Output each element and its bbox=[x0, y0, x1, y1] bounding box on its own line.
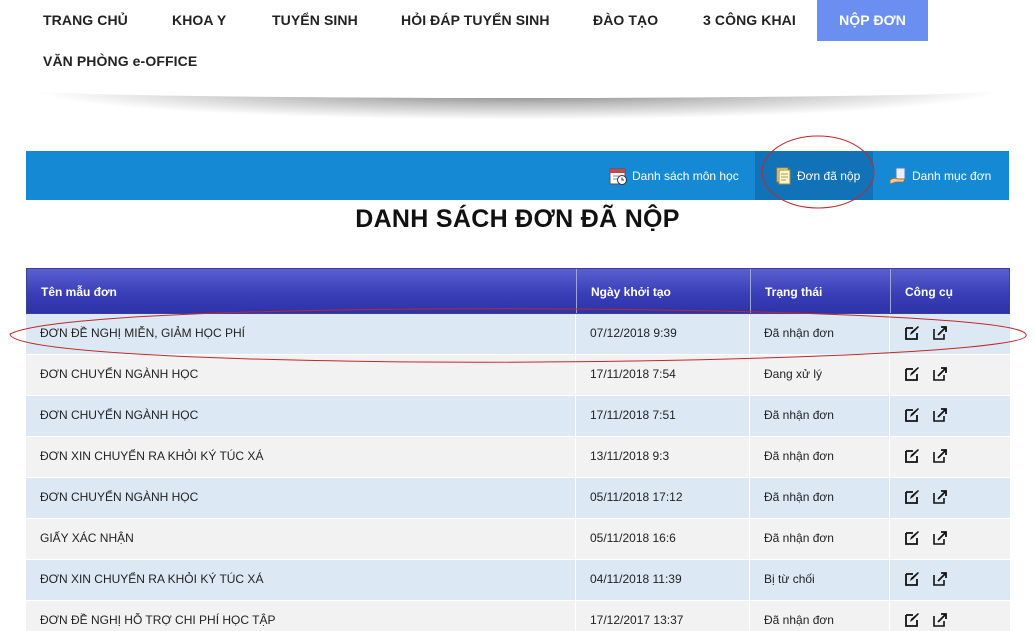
table-header: Tên mẫu đơn Ngày khởi tạo Trạng thái Côn… bbox=[26, 268, 1010, 314]
edit-icon[interactable] bbox=[904, 366, 920, 382]
top-navigation: TRANG CHỦ KHOA Y TUYỂN SINH HỎI ĐÁP TUYỂ… bbox=[0, 0, 1035, 82]
table-row[interactable]: ĐƠN XIN CHUYỂN RA KHỎI KÝ TÚC XÁ 04/11/20… bbox=[26, 560, 1010, 601]
tab-form-catalog[interactable]: Danh mục đơn bbox=[888, 151, 1008, 200]
open-external-icon[interactable] bbox=[932, 612, 948, 628]
open-external-icon[interactable] bbox=[932, 325, 948, 341]
cell-tools bbox=[904, 325, 948, 341]
cell-created-date: 13/11/2018 9:3 bbox=[590, 449, 670, 463]
cell-tools bbox=[904, 571, 948, 587]
cell-status: Đang xử lý bbox=[764, 367, 823, 381]
cell-created-date: 17/12/2017 13:37 bbox=[590, 613, 684, 627]
tab-form-catalog-label: Danh mục đơn bbox=[912, 168, 992, 183]
tab-submitted-forms-label: Đơn đã nộp bbox=[797, 168, 861, 183]
table-row[interactable]: ĐƠN CHUYỂN NGÀNH HỌC 17/11/2018 7:51 Đã nh… bbox=[26, 396, 1010, 437]
calendar-clock-icon bbox=[608, 166, 628, 186]
cell-tools bbox=[904, 612, 948, 628]
tab-subject-list-label: Danh sách môn học bbox=[632, 168, 739, 183]
column-divider bbox=[889, 314, 890, 354]
edit-icon[interactable] bbox=[904, 325, 920, 341]
column-divider bbox=[889, 601, 890, 631]
cell-status: Bị từ chối bbox=[764, 572, 815, 586]
header-form-name[interactable]: Tên mẫu đơn bbox=[27, 269, 576, 313]
page-title: DANH SÁCH ĐƠN ĐÃ NỘP bbox=[355, 205, 680, 233]
nav-dao-tao[interactable]: ĐÀO TẠO bbox=[593, 0, 658, 41]
nav-shadow-divider bbox=[30, 90, 1005, 120]
column-divider bbox=[889, 519, 890, 559]
cell-tools bbox=[904, 366, 948, 382]
edit-icon[interactable] bbox=[904, 448, 920, 464]
nav-khoa-y[interactable]: KHOA Y bbox=[172, 0, 226, 41]
edit-icon[interactable] bbox=[904, 530, 920, 546]
cell-status: Đã nhận đơn bbox=[764, 449, 834, 463]
cell-form-name: ĐƠN XIN CHUYỂN RA KHỎI KÝ TÚC XÁ bbox=[40, 572, 264, 586]
cell-status: Đã nhận đơn bbox=[764, 490, 834, 504]
table-row[interactable]: GIẤY XÁC NHẬN 05/11/2018 16:6 Đã nhận đơn bbox=[26, 519, 1010, 560]
table-row[interactable]: ĐƠN CHUYỂN NGÀNH HỌC 05/11/2018 17:12 Đã n… bbox=[26, 478, 1010, 519]
cell-form-name: GIẤY XÁC NHẬN bbox=[40, 531, 134, 545]
nav-nop-don[interactable]: NỘP ĐƠN bbox=[817, 0, 928, 41]
cell-status: Đã nhận đơn bbox=[764, 408, 834, 422]
cell-created-date: 05/11/2018 17:12 bbox=[590, 490, 683, 504]
header-status[interactable]: Trạng thái bbox=[751, 269, 890, 313]
nav-tuyen-sinh[interactable]: TUYỂN SINH bbox=[272, 0, 358, 41]
edit-icon[interactable] bbox=[904, 571, 920, 587]
column-divider bbox=[889, 355, 890, 395]
cell-created-date: 17/11/2018 7:51 bbox=[590, 408, 676, 422]
nav-3-cong-khai[interactable]: 3 CÔNG KHAI bbox=[703, 0, 796, 41]
header-created-date[interactable]: Ngày khởi tạo bbox=[577, 269, 750, 313]
column-divider bbox=[889, 478, 890, 518]
table-row[interactable]: ĐƠN ĐỀ NGHỊ HỖ TRỢ CHI PHÍ HỌC TẬP 17/12/… bbox=[26, 601, 1010, 631]
nav-home[interactable]: TRANG CHỦ bbox=[43, 0, 128, 41]
cell-tools bbox=[904, 530, 948, 546]
edit-icon[interactable] bbox=[904, 407, 920, 423]
cell-status: Đã nhận đơn bbox=[764, 613, 834, 627]
cell-tools bbox=[904, 448, 948, 464]
cell-tools bbox=[904, 489, 948, 505]
cell-form-name: ĐƠN XIN CHUYỂN RA KHỎI KÝ TÚC XÁ bbox=[40, 449, 264, 463]
table-row[interactable]: ĐƠN ĐỀ NGHỊ MIỄN, GIẢM HỌC PHÍ 07/12/2018… bbox=[26, 314, 1010, 355]
cell-form-name: ĐƠN CHUYỂN NGÀNH HỌC bbox=[40, 367, 199, 381]
cell-status: Đã nhận đơn bbox=[764, 531, 834, 545]
tab-subject-list[interactable]: Danh sách môn học bbox=[608, 151, 739, 200]
cell-form-name: ĐƠN CHUYỂN NGÀNH HỌC bbox=[40, 490, 199, 504]
documents-icon bbox=[773, 166, 793, 186]
tab-submitted-forms[interactable]: Đơn đã nộp bbox=[755, 151, 873, 200]
table-row[interactable]: ĐƠN XIN CHUYỂN RA KHỎI KÝ TÚC XÁ 13/11/20… bbox=[26, 437, 1010, 478]
open-external-icon[interactable] bbox=[932, 530, 948, 546]
open-external-icon[interactable] bbox=[932, 448, 948, 464]
open-external-icon[interactable] bbox=[932, 571, 948, 587]
cell-form-name: ĐƠN CHUYỂN NGÀNH HỌC bbox=[40, 408, 199, 422]
open-external-icon[interactable] bbox=[932, 489, 948, 505]
open-external-icon[interactable] bbox=[932, 407, 948, 423]
table-row[interactable]: ĐƠN CHUYỂN NGÀNH HỌC 17/11/2018 7:54 Đang … bbox=[26, 355, 1010, 396]
cell-tools bbox=[904, 407, 948, 423]
submitted-forms-table: Tên mẫu đơn Ngày khởi tạo Trạng thái Côn… bbox=[26, 268, 1010, 631]
header-tools: Công cụ bbox=[905, 285, 953, 299]
cell-created-date: 07/12/2018 9:39 bbox=[590, 326, 677, 340]
cell-created-date: 17/11/2018 7:54 bbox=[590, 367, 676, 381]
table-body: ĐƠN ĐỀ NGHỊ MIỄN, GIẢM HỌC PHÍ 07/12/2018… bbox=[26, 314, 1010, 631]
nav-hoi-dap[interactable]: HỎI ĐÁP TUYỂN SINH bbox=[401, 0, 550, 41]
cell-form-name: ĐƠN ĐỀ NGHỊ MIỄN, GIẢM HỌC PHÍ bbox=[40, 326, 245, 340]
cell-status: Đã nhận đơn bbox=[764, 326, 834, 340]
column-divider bbox=[889, 560, 890, 600]
column-divider bbox=[889, 437, 890, 477]
open-external-icon[interactable] bbox=[932, 366, 948, 382]
cell-created-date: 04/11/2018 11:39 bbox=[590, 572, 682, 586]
column-divider bbox=[889, 396, 890, 436]
cell-created-date: 05/11/2018 16:6 bbox=[590, 531, 676, 545]
cell-form-name: ĐƠN ĐỀ NGHỊ HỖ TRỢ CHI PHÍ HỌC TẬP bbox=[40, 613, 276, 627]
edit-icon[interactable] bbox=[904, 489, 920, 505]
hand-document-icon bbox=[888, 166, 908, 186]
application-toolbar: Danh sách môn học Đơn đã nộp Danh mục đơ… bbox=[26, 151, 1009, 200]
nav-e-office[interactable]: VĂN PHÒNG e-OFFICE bbox=[43, 41, 197, 82]
edit-icon[interactable] bbox=[904, 612, 920, 628]
